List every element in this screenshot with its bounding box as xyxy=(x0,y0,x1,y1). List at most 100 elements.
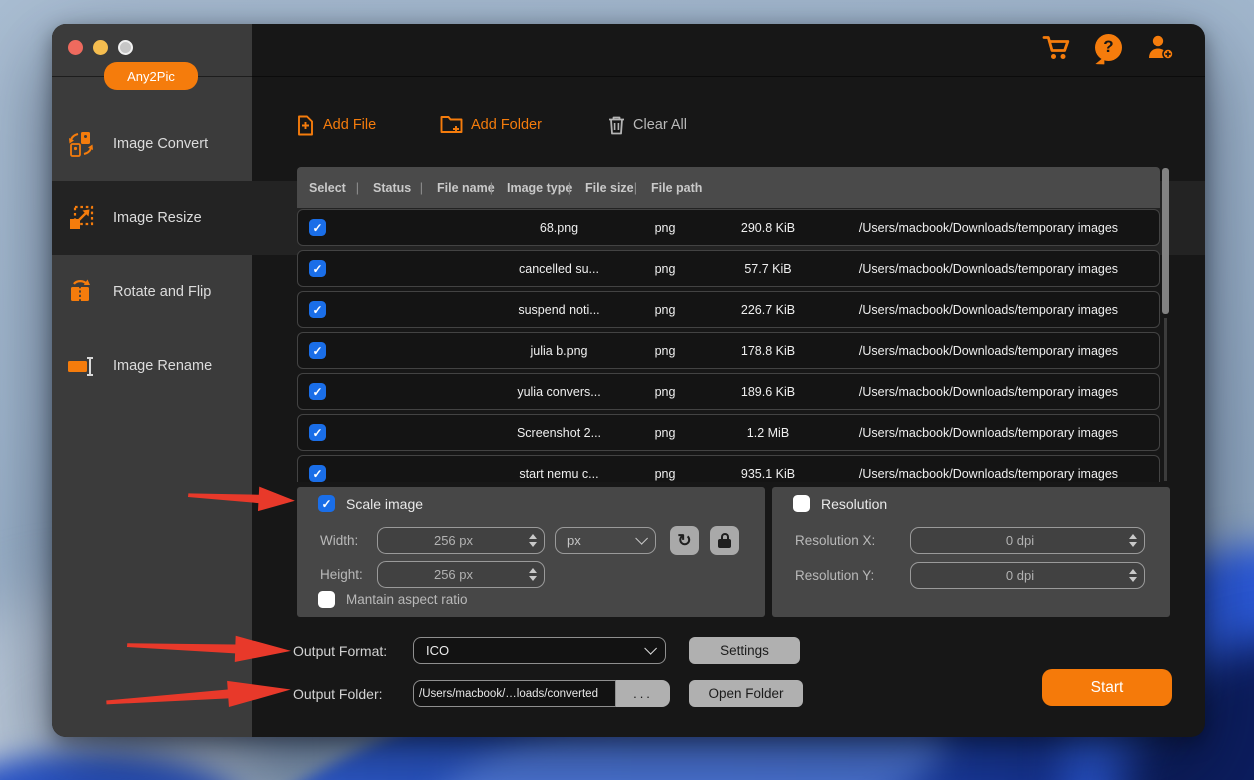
add-file-button[interactable]: Add File xyxy=(296,110,376,140)
table-row[interactable]: cancelled su... png 57.7 KiB /Users/macb… xyxy=(297,250,1160,287)
swap-icon: ↻ xyxy=(677,532,691,549)
cart-icon[interactable] xyxy=(1042,34,1072,61)
topbar-icons: ? xyxy=(1042,33,1175,61)
maintain-aspect-ratio-checkbox[interactable] xyxy=(318,591,335,608)
row-size: 226.7 KiB xyxy=(718,303,818,317)
spinner-up-icon[interactable] xyxy=(529,534,537,539)
table-scrollbar[interactable] xyxy=(1162,168,1169,481)
table-row[interactable]: yulia convers... png 189.6 KiB /Users/ma… xyxy=(297,373,1160,410)
resolution-y-stepper[interactable] xyxy=(1129,569,1144,582)
row-checkbox[interactable] xyxy=(309,342,326,359)
row-size: 189.6 KiB xyxy=(718,385,818,399)
clear-all-button[interactable]: Clear All xyxy=(608,110,687,140)
row-name: Screenshot 2... xyxy=(506,426,612,440)
output-format-dropdown[interactable]: ICO xyxy=(413,637,666,664)
clear-all-label: Clear All xyxy=(633,117,687,133)
row-type: png xyxy=(612,221,718,235)
header-select: Select xyxy=(297,181,361,195)
app-window: Any2Pic Image Convert Image Resiz xyxy=(52,24,1205,737)
row-size: 57.7 KiB xyxy=(718,262,818,276)
table-row[interactable]: Screenshot 2... png 1.2 MiB /Users/macbo… xyxy=(297,414,1160,451)
resolution-x-label: Resolution X: xyxy=(795,533,875,548)
row-path: /Users/macbook/Downloads/temporary image… xyxy=(818,303,1159,317)
resolution-x-stepper[interactable] xyxy=(1129,534,1144,547)
spinner-down-icon[interactable] xyxy=(529,576,537,581)
spinner-down-icon[interactable] xyxy=(1129,542,1137,547)
row-size: 935.1 KiB xyxy=(718,467,818,481)
lock-ratio-button[interactable] xyxy=(710,526,739,555)
row-path: /Users/macbook/Downloads/temporary image… xyxy=(818,262,1159,276)
row-checkbox[interactable] xyxy=(309,383,326,400)
row-name: yulia convers... xyxy=(506,385,612,399)
close-window-button[interactable] xyxy=(68,40,83,55)
height-label: Height: xyxy=(320,567,363,582)
table-row[interactable]: 68.png png 290.8 KiB /Users/macbook/Down… xyxy=(297,209,1160,246)
resolution-row: Resolution xyxy=(793,495,887,512)
sidebar-item-label: Image Convert xyxy=(113,136,208,152)
table-row[interactable]: suspend noti... png 226.7 KiB /Users/mac… xyxy=(297,291,1160,328)
browse-folder-button[interactable]: ... xyxy=(616,680,670,707)
row-checkbox[interactable] xyxy=(309,301,326,318)
unit-value: px xyxy=(567,533,581,548)
row-select-cell xyxy=(298,383,338,400)
sidebar-item-label: Image Rename xyxy=(113,358,212,374)
zoom-window-button[interactable] xyxy=(118,40,133,55)
output-folder-field[interactable]: /Users/macbook/…loads/converted xyxy=(413,680,616,707)
minimize-window-button[interactable] xyxy=(93,40,108,55)
row-select-cell xyxy=(298,465,338,482)
row-checkbox[interactable] xyxy=(309,260,326,277)
width-label-row: Width: xyxy=(320,527,358,554)
help-icon[interactable]: ? xyxy=(1095,34,1122,61)
app-logo-badge: Any2Pic xyxy=(104,62,198,90)
row-type: png xyxy=(612,303,718,317)
settings-button[interactable]: Settings xyxy=(689,637,800,664)
scrollbar-thumb[interactable] xyxy=(1162,168,1169,314)
add-folder-button[interactable]: Add Folder xyxy=(440,110,542,140)
resolution-checkbox[interactable] xyxy=(793,495,810,512)
header-file-name: File name xyxy=(425,181,495,195)
row-path: /Users/macbook/Downloads/temporary image… xyxy=(818,344,1159,358)
add-file-icon xyxy=(296,115,315,136)
spinner-up-icon[interactable] xyxy=(529,568,537,573)
spinner-down-icon[interactable] xyxy=(529,542,537,547)
spinner-down-icon[interactable] xyxy=(1129,577,1137,582)
resolution-y-label-row: Resolution Y: xyxy=(795,562,874,589)
table-body: 68.png png 290.8 KiB /Users/macbook/Down… xyxy=(297,209,1160,482)
output-format-label: Output Format: xyxy=(293,637,387,664)
width-input[interactable]: 256 px xyxy=(377,527,545,554)
table-row[interactable]: julia b.png png 178.8 KiB /Users/macbook… xyxy=(297,332,1160,369)
width-stepper[interactable] xyxy=(529,534,544,547)
height-stepper[interactable] xyxy=(529,568,544,581)
swap-dimensions-button[interactable]: ↻ xyxy=(670,526,699,555)
row-checkbox[interactable] xyxy=(309,465,326,482)
row-select-cell xyxy=(298,342,338,359)
lock-icon xyxy=(718,533,731,548)
row-select-cell xyxy=(298,260,338,277)
resolution-x-input[interactable]: 0 dpi xyxy=(910,527,1145,554)
start-button[interactable]: Start xyxy=(1042,669,1172,706)
scale-image-row: Scale image xyxy=(318,495,423,512)
row-name: start nemu c... xyxy=(506,467,612,481)
open-folder-button[interactable]: Open Folder xyxy=(689,680,803,707)
resolution-y-input[interactable]: 0 dpi xyxy=(910,562,1145,589)
spinner-up-icon[interactable] xyxy=(1129,569,1137,574)
add-user-icon[interactable] xyxy=(1145,33,1175,61)
trash-icon xyxy=(608,115,625,135)
help-glyph: ? xyxy=(1103,37,1113,57)
unit-dropdown[interactable]: px xyxy=(555,527,656,554)
main-content: ? Add File Add Folder xyxy=(252,24,1205,737)
row-select-cell xyxy=(298,424,338,441)
file-table: Select Status File name Image type File … xyxy=(297,167,1160,482)
height-input[interactable]: 256 px xyxy=(377,561,545,588)
output-folder-label: Output Folder: xyxy=(293,680,383,707)
scale-image-checkbox[interactable] xyxy=(318,495,335,512)
output-format-value: ICO xyxy=(426,643,449,658)
header-status: Status xyxy=(361,181,425,195)
maintain-ratio-row: Mantain aspect ratio xyxy=(318,591,468,608)
resolution-y-label: Resolution Y: xyxy=(795,568,874,583)
row-checkbox[interactable] xyxy=(309,424,326,441)
row-path: /Users/macbook/Downloads/temporary image… xyxy=(818,385,1159,399)
table-row[interactable]: start nemu c... png 935.1 KiB /Users/mac… xyxy=(297,455,1160,482)
row-checkbox[interactable] xyxy=(309,219,326,236)
spinner-up-icon[interactable] xyxy=(1129,534,1137,539)
